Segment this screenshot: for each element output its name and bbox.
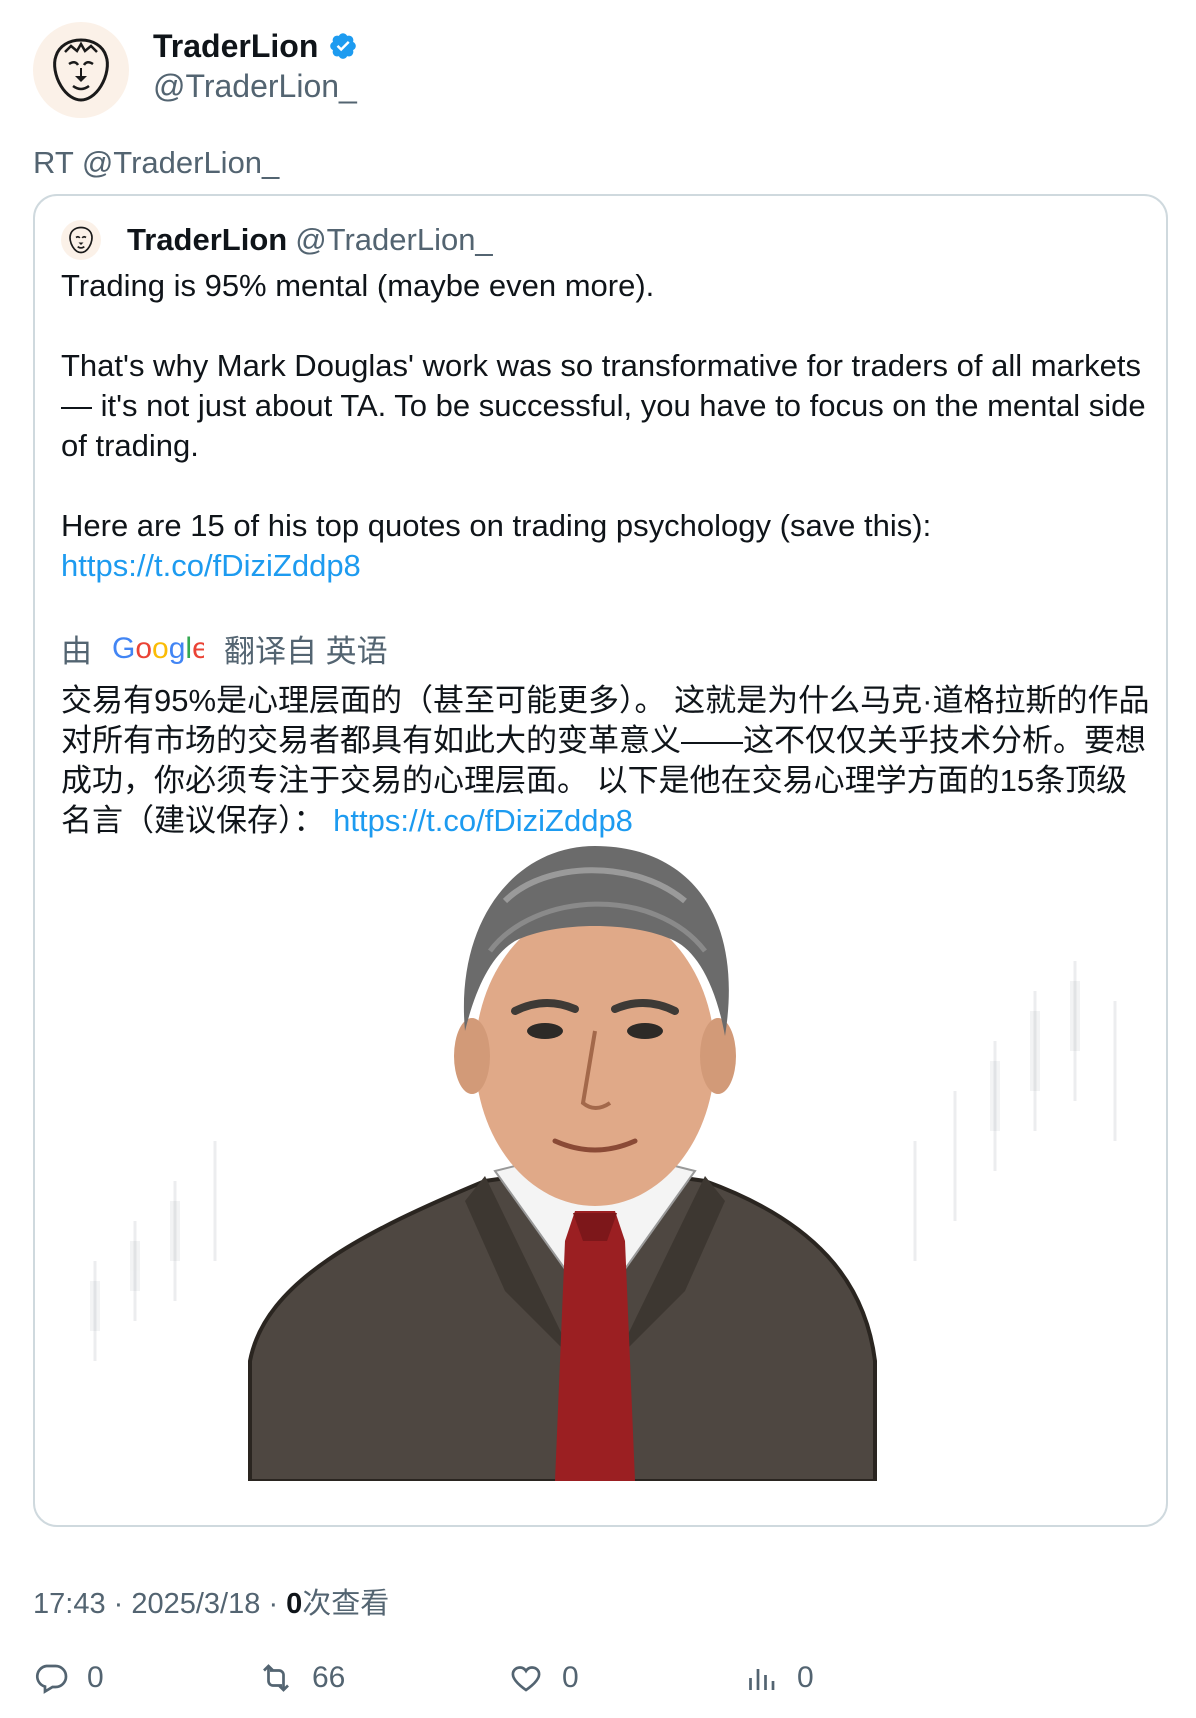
analytics-bar-icon <box>749 1669 775 1690</box>
views-label: 次查看 <box>302 1588 390 1620</box>
translate-prefix: 由 <box>61 634 92 669</box>
quoted-tweet-card[interactable]: TraderLion @TraderLion_ Trading is 95% m… <box>33 194 1168 1527</box>
quoted-paragraph: Trading is 95% mental (maybe even more). <box>61 268 655 303</box>
tweet-date[interactable]: 2025/3/18 <box>131 1588 260 1620</box>
retweet-button[interactable]: 66 <box>258 1660 345 1696</box>
lion-logo-icon <box>53 38 109 102</box>
action-bar: 0 66 0 0 <box>33 1660 1168 1708</box>
retweet-line: RT @TraderLion_ <box>33 145 280 180</box>
translated-text: 交易有95%是心理层面的（甚至可能更多）。 这就是为什么马克·道格拉斯的作品对所… <box>61 681 1151 841</box>
retweet-count: 66 <box>312 1661 346 1694</box>
quoted-display-name[interactable]: TraderLion <box>127 222 287 258</box>
reply-count: 0 <box>87 1661 104 1694</box>
translate-suffix: 翻译自 英语 <box>224 634 388 669</box>
author-handle[interactable]: @TraderLion_ <box>153 68 358 105</box>
translated-link[interactable]: https://t.co/fDiziZddp8 <box>333 803 633 838</box>
avatar[interactable] <box>33 22 129 118</box>
quoted-paragraph: That's why Mark Douglas' work was so tra… <box>61 348 1146 463</box>
tweet-time[interactable]: 17:43 <box>33 1588 106 1620</box>
portrait-illustration[interactable] <box>35 841 1166 1481</box>
quoted-paragraph: Here are 15 of his top quotes on trading… <box>61 508 932 543</box>
author-display-name[interactable]: TraderLion <box>153 28 318 65</box>
tweet-meta: 17:43 · 2025/3/18 · 0次查看 <box>33 1588 390 1620</box>
quoted-avatar[interactable] <box>61 220 101 260</box>
tweet-page: TraderLion @TraderLion_ RT @TraderLion_ <box>0 0 1196 1718</box>
translation-attribution: 由 Google 翻译自 英语 <box>61 626 388 671</box>
views-count: 0 <box>286 1588 303 1620</box>
views-action-count: 0 <box>797 1661 814 1694</box>
heart-icon <box>511 1666 541 1692</box>
quoted-tweet-text: Trading is 95% mental (maybe even more).… <box>61 266 1151 586</box>
retweet-icon <box>263 1664 289 1692</box>
google-logo-icon: Google <box>112 632 204 666</box>
lion-logo-icon <box>69 226 93 254</box>
views-button[interactable]: 0 <box>743 1660 814 1696</box>
like-count: 0 <box>562 1661 579 1694</box>
svg-text:Google: Google <box>112 632 204 665</box>
quoted-header: TraderLion @TraderLion_ <box>61 220 493 260</box>
tweet-header: TraderLion @TraderLion_ <box>33 22 358 118</box>
quoted-handle[interactable]: @TraderLion_ <box>295 222 492 258</box>
like-button[interactable]: 0 <box>508 1660 579 1696</box>
reply-icon <box>35 1664 68 1694</box>
quoted-link[interactable]: https://t.co/fDiziZddp8 <box>61 548 361 583</box>
reply-button[interactable]: 0 <box>33 1660 104 1696</box>
verified-badge-icon <box>330 33 357 59</box>
